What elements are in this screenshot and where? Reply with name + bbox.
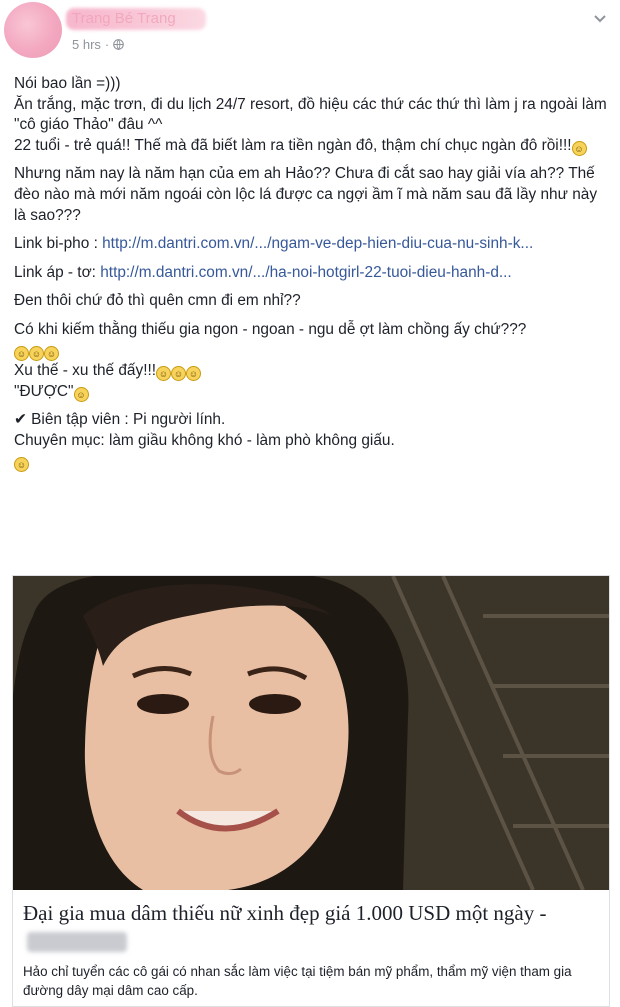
- chevron-down-icon[interactable]: [592, 10, 608, 26]
- post-meta: 5 hrs ·: [72, 37, 125, 52]
- post-link-1: Link bi-pho : http://m.dantri.com.vn/...…: [14, 235, 534, 253]
- post-paragraph-1: Nói bao lần =))) Ăn trắng, mặc trơn, đi …: [14, 75, 607, 156]
- laughing-emoji-icon: ☺: [14, 345, 29, 361]
- post-link-2: Link áp - tơ: http://m.dantri.com.vn/...…: [14, 263, 512, 281]
- post-body: Nói bao lần =))) Ăn trắng, mặc trơn, đi …: [14, 74, 610, 480]
- card-photo-illustration: [13, 576, 609, 890]
- grimace-emoji-icon: ☺: [14, 456, 29, 472]
- laughing-emoji-icon: ☺: [44, 345, 59, 361]
- card-description: Hảo chỉ tuyển các cô gái có nhan sắc làm…: [23, 964, 572, 998]
- laughing-emoji-icon: ☺: [186, 366, 202, 382]
- globe-icon: [113, 39, 125, 50]
- link-preview-card[interactable]: Đại gia mua dâm thiếu nữ xinh đẹp giá 1.…: [12, 575, 610, 1007]
- card-image[interactable]: [13, 576, 609, 890]
- link-bi-pho[interactable]: http://m.dantri.com.vn/.../ngam-ve-dep-h…: [102, 235, 533, 252]
- smirk-emoji-icon: ☺: [73, 386, 89, 402]
- post-time[interactable]: 5 hrs: [72, 37, 101, 52]
- laughing-emoji-icon: ☺: [156, 366, 172, 382]
- post-header: Trang Bé Trang 5 hrs ·: [0, 0, 620, 62]
- laughing-emoji-icon: ☺: [171, 366, 187, 382]
- post-paragraph-8: ✔ Biên tập viên : Pi người lính. Chuyên …: [14, 411, 395, 472]
- card-title[interactable]: Đại gia mua dâm thiếu nữ xinh đẹp giá 1.…: [23, 899, 598, 957]
- post-paragraph-5: Đen thôi chứ đỏ thì quên cmn đi em nhỉ??: [14, 292, 301, 310]
- laughing-emoji-icon: ☺: [571, 140, 587, 156]
- laughing-emoji-icon: ☺: [29, 345, 44, 361]
- post-paragraph-6: Có khi kiếm thằng thiếu gia ngon - ngoan…: [14, 320, 527, 402]
- link-ap-to[interactable]: http://m.dantri.com.vn/.../ha-noi-hotgir…: [100, 264, 511, 281]
- blurred-source: [27, 932, 127, 952]
- author-name[interactable]: Trang Bé Trang: [72, 10, 176, 27]
- post-paragraph-2: Nhưng năm nay là năm hạn của em ah Hảo??…: [14, 165, 598, 224]
- avatar[interactable]: [4, 2, 62, 58]
